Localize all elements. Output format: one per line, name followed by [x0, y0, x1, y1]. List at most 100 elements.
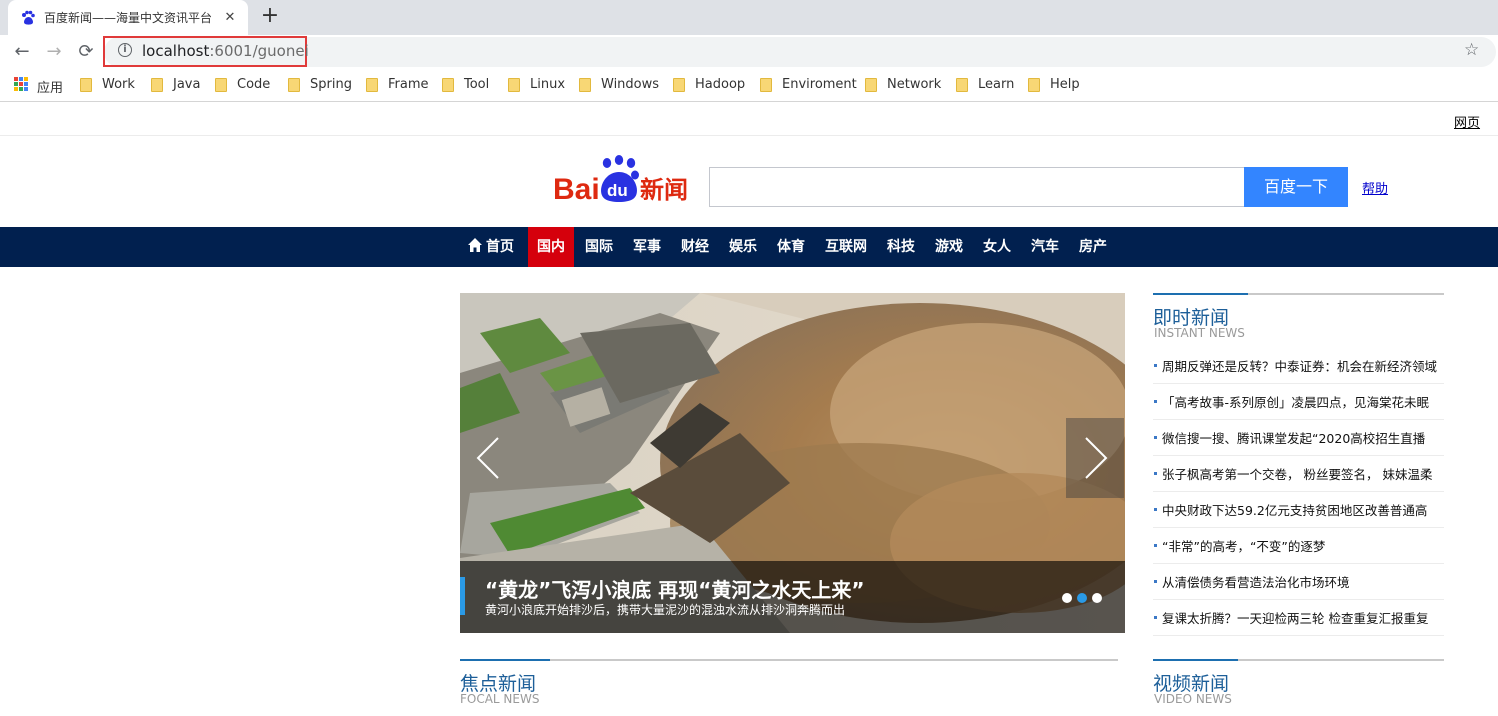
nav-item-0[interactable]: 首页 [459, 227, 523, 267]
bookmark-help[interactable]: Help [1028, 77, 1080, 92]
nav-label: 娱乐 [729, 239, 757, 255]
nav-item-8[interactable]: 科技 [878, 227, 924, 267]
search-button[interactable]: 百度一下 [1244, 167, 1348, 207]
bookmark-label: Code [237, 77, 271, 92]
nav-item-6[interactable]: 体育 [768, 227, 814, 267]
slider-prev-icon[interactable] [460, 418, 518, 498]
nav-item-9[interactable]: 游戏 [926, 227, 972, 267]
nav-label: 国内 [537, 239, 565, 255]
folder-icon [673, 77, 685, 92]
browser-tab[interactable]: 百度新闻——海量中文资讯平台 ✕ [8, 0, 248, 35]
nav-item-3[interactable]: 军事 [624, 227, 670, 267]
back-icon[interactable]: ← [10, 40, 34, 64]
tab-close-icon[interactable]: ✕ [222, 10, 238, 25]
slider-dot[interactable] [1092, 593, 1102, 603]
news-item[interactable]: 中央财政下达59.2亿元支持贫困地区改善普通高 [1153, 492, 1444, 528]
nav-item-10[interactable]: 女人 [974, 227, 1020, 267]
apps-label[interactable]: 应用 [37, 77, 63, 96]
slider-subtitle: 黄河小浪底开始排沙后，携带大量泥沙的混浊水流从排沙洞奔腾而出 [485, 603, 846, 617]
bookmark-label: Enviroment [782, 77, 857, 92]
focal-news-rule [460, 659, 1118, 661]
nav-item-7[interactable]: 互联网 [816, 227, 876, 267]
nav-label: 房产 [1079, 239, 1107, 255]
url-host: localhost [142, 42, 210, 60]
apps-grid-icon[interactable] [14, 77, 28, 91]
nav-item-5[interactable]: 娱乐 [720, 227, 766, 267]
news-item[interactable]: 周期反弹还是反转？中泰证券：机会在新经济领域 [1153, 348, 1444, 384]
nav-label: 科技 [887, 239, 915, 255]
bookmark-frame[interactable]: Frame [366, 77, 429, 92]
nav-label: 军事 [633, 239, 661, 255]
baidu-paw-icon [22, 10, 35, 25]
slider-dot[interactable] [1077, 593, 1087, 603]
folder-icon [760, 77, 772, 92]
slider-next-icon[interactable] [1066, 418, 1124, 498]
bookmark-hadoop[interactable]: Hadoop [673, 77, 745, 92]
folder-icon [288, 77, 300, 92]
bookmark-label: Help [1050, 77, 1080, 92]
url-text[interactable]: localhost:6001/guonei [142, 42, 309, 60]
bookmark-network[interactable]: Network [865, 77, 941, 92]
bookmark-linux[interactable]: Linux [508, 77, 565, 92]
headline-slider[interactable]: “黄龙”飞泻小浪底 再现“黄河之水天上来” 黄河小浪底开始排沙后，携带大量泥沙的… [460, 293, 1125, 633]
focal-news-en: FOCAL NEWS [460, 692, 540, 706]
bookmarks-bar: 应用 Work Java Code Spring Frame Tool Linux Windo… [0, 69, 1498, 102]
bookmark-label: Work [102, 77, 135, 92]
slider-title[interactable]: “黄龙”飞泻小浪底 再现“黄河之水天上来” [485, 574, 865, 603]
main-nav: 首页 国内 国际 军事 财经 娱乐 体育 互联网 科技 游戏 女人 汽车 房产 [0, 227, 1498, 267]
news-item[interactable]: “非常”的高考，“不变”的逐梦 [1153, 528, 1444, 564]
bookmark-label: Tool [464, 77, 490, 92]
nav-item-11[interactable]: 汽车 [1022, 227, 1068, 267]
news-item[interactable]: 从清偿债务看营造法治化市场环境 [1153, 564, 1444, 600]
folder-icon [1028, 77, 1040, 92]
news-item[interactable]: 微信搜一搜、腾讯课堂发起“2020高校招生直播 [1153, 420, 1444, 456]
news-item[interactable]: 张子枫高考第一个交卷， 粉丝要签名， 妹妹温柔 [1153, 456, 1444, 492]
bookmark-work[interactable]: Work [80, 77, 135, 92]
webpage-link[interactable]: 网页 [1454, 112, 1480, 131]
bookmark-tool[interactable]: Tool [442, 77, 489, 92]
bookmark-learn[interactable]: Learn [956, 77, 1014, 92]
folder-icon [80, 77, 92, 92]
address-bar[interactable] [104, 37, 1496, 67]
forward-icon[interactable]: → [42, 40, 66, 64]
bookmark-label: Spring [310, 77, 352, 92]
folder-icon [442, 77, 454, 92]
news-item[interactable]: 「高考故事-系列原创」凌晨四点，见海棠花未眠 [1153, 384, 1444, 420]
reload-icon[interactable]: ⟳ [74, 40, 98, 64]
help-link[interactable]: 帮助 [1362, 178, 1388, 197]
home-icon [468, 238, 482, 252]
nav-item-1[interactable]: 国内 [528, 227, 574, 267]
nav-item-4[interactable]: 财经 [672, 227, 718, 267]
caption-accent-bar [460, 577, 465, 615]
folder-icon [215, 77, 227, 92]
bookmark-label: Learn [978, 77, 1015, 92]
bookmark-java[interactable]: Java [151, 77, 200, 92]
baidu-news-logo[interactable]: Bai du 新闻 [553, 155, 693, 206]
tab-title: 百度新闻——海量中文资讯平台 [44, 11, 213, 25]
bookmark-label: Linux [530, 77, 566, 92]
nav-label: 财经 [681, 239, 709, 255]
bookmark-label: Network [887, 77, 942, 92]
folder-icon [956, 77, 968, 92]
bookmark-label: Frame [388, 77, 429, 92]
nav-item-2[interactable]: 国际 [576, 227, 622, 267]
search-input[interactable] [709, 167, 1245, 207]
bookmark-code[interactable]: Code [215, 77, 270, 92]
slider-caption: “黄龙”飞泻小浪底 再现“黄河之水天上来” 黄河小浪底开始排沙后，携带大量泥沙的… [460, 561, 1125, 633]
nav-label: 体育 [777, 239, 805, 255]
nav-item-12[interactable]: 房产 [1070, 227, 1116, 267]
folder-icon [151, 77, 163, 92]
news-item[interactable]: 复课太折腾？一天迎检两三轮 检查重复汇报重复 [1153, 600, 1444, 636]
slider-dot[interactable] [1062, 593, 1072, 603]
bookmark-windows[interactable]: Windows [579, 77, 659, 92]
bookmark-spring[interactable]: Spring [288, 77, 352, 92]
bookmark-label: Java [173, 77, 201, 92]
nav-label: 互联网 [825, 239, 867, 255]
new-tab-icon[interactable]: + [258, 5, 282, 29]
bookmark-star-icon[interactable]: ☆ [1464, 40, 1479, 60]
bookmark-enviroment[interactable]: Enviroment [760, 77, 857, 92]
folder-icon [508, 77, 520, 92]
logo-news-text: 新闻 [640, 176, 688, 204]
instant-news-en: INSTANT NEWS [1154, 326, 1245, 340]
site-info-icon[interactable]: i [118, 43, 132, 57]
